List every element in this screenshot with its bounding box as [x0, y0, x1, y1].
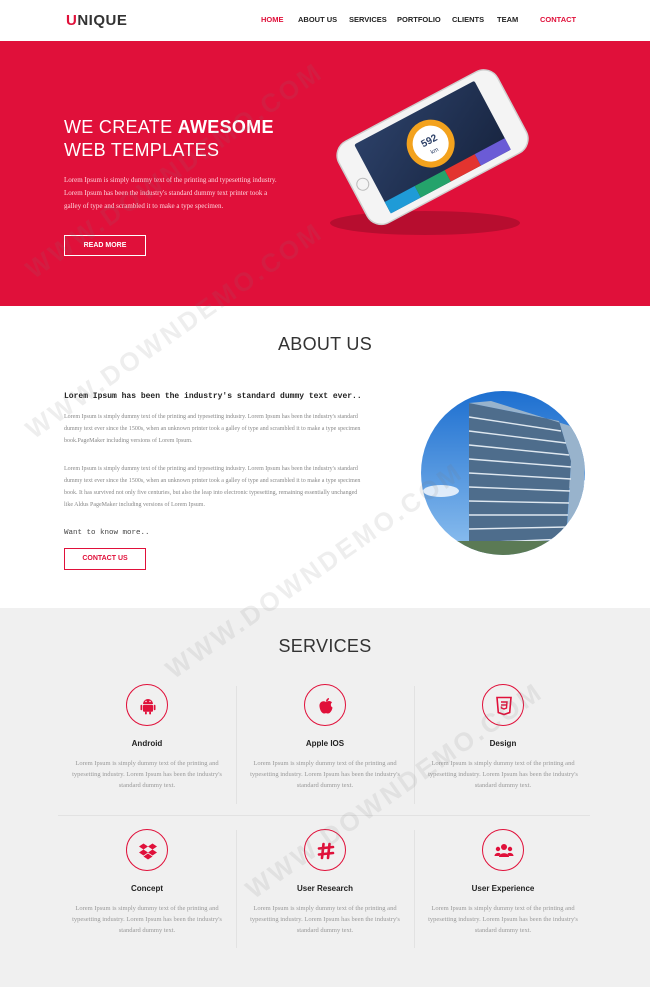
dropbox-icon [126, 829, 168, 871]
android-icon [126, 684, 168, 726]
service-apple-ios: Apple IOS Lorem Ipsum is simply dummy te… [236, 684, 414, 791]
site-logo[interactable]: UNIQUE [66, 12, 127, 29]
about-paragraph-2: Lorem Ipsum is simply dummy text of the … [64, 466, 361, 508]
divider [58, 815, 590, 816]
slack-icon [304, 829, 346, 871]
read-more-button[interactable]: READ MORE [64, 235, 146, 256]
service-user-experience: User Experience Lorem Ipsum is simply du… [414, 829, 592, 936]
building-image [421, 391, 585, 555]
nav-team[interactable]: TEAM [497, 15, 518, 24]
service-desc: Lorem Ipsum is simply dummy text of the … [428, 905, 578, 934]
service-desc: Lorem Ipsum is simply dummy text of the … [72, 760, 222, 789]
users-icon [482, 829, 524, 871]
smartphone-image: 592 km [330, 69, 529, 235]
contact-us-button[interactable]: CONTACT US [64, 548, 146, 570]
about-more-text: Want to know more.. [64, 529, 150, 537]
about-lead: Lorem Ipsum has been the industry's stan… [64, 392, 362, 401]
hero-banner: WE CREATE AWESOME WEB TEMPLATES Lorem Ip… [0, 41, 650, 306]
about-section: ABOUT US Lorem Ipsum has been the indust… [0, 306, 650, 608]
hero-title: WE CREATE AWESOME WEB TEMPLATES [64, 117, 274, 160]
service-concept: Concept Lorem Ipsum is simply dummy text… [58, 829, 236, 936]
nav-services[interactable]: SERVICES [349, 15, 387, 24]
nav-contact[interactable]: CONTACT [540, 15, 576, 24]
nav-about-us[interactable]: ABOUT US [298, 15, 337, 24]
service-name: Apple IOS [305, 739, 345, 748]
nav-home[interactable]: HOME [261, 15, 284, 24]
about-paragraph-1: Lorem Ipsum is simply dummy text of the … [64, 414, 361, 444]
html5-icon [482, 684, 524, 726]
nav-portfolio[interactable]: PORTFOLIO [397, 15, 441, 24]
service-desc: Lorem Ipsum is simply dummy text of the … [250, 905, 400, 934]
nav-clients[interactable]: CLIENTS [452, 15, 484, 24]
service-name: User Research [296, 884, 354, 893]
service-name: User Experience [471, 884, 535, 893]
service-user-research: User Research Lorem Ipsum is simply dumm… [236, 829, 414, 936]
hero-text: Lorem Ipsum is simply dummy text of the … [64, 176, 277, 210]
service-name: Design [489, 739, 517, 748]
service-desc: Lorem Ipsum is simply dummy text of the … [250, 760, 400, 789]
service-desc: Lorem Ipsum is simply dummy text of the … [428, 760, 578, 789]
service-desc: Lorem Ipsum is simply dummy text of the … [72, 905, 222, 934]
apple-icon [304, 684, 346, 726]
services-title: SERVICES [278, 636, 372, 656]
service-name: Concept [131, 884, 163, 893]
service-android: Android Lorem Ipsum is simply dummy text… [58, 684, 236, 791]
service-design: Design Lorem Ipsum is simply dummy text … [414, 684, 592, 791]
about-title: ABOUT US [277, 334, 373, 354]
top-navbar: UNIQUE HOME ABOUT US SERVICES PORTFOLIO … [0, 0, 650, 41]
service-name: Android [131, 739, 163, 748]
services-section: SERVICES Android Lorem Ipsum is simply d… [0, 608, 650, 987]
